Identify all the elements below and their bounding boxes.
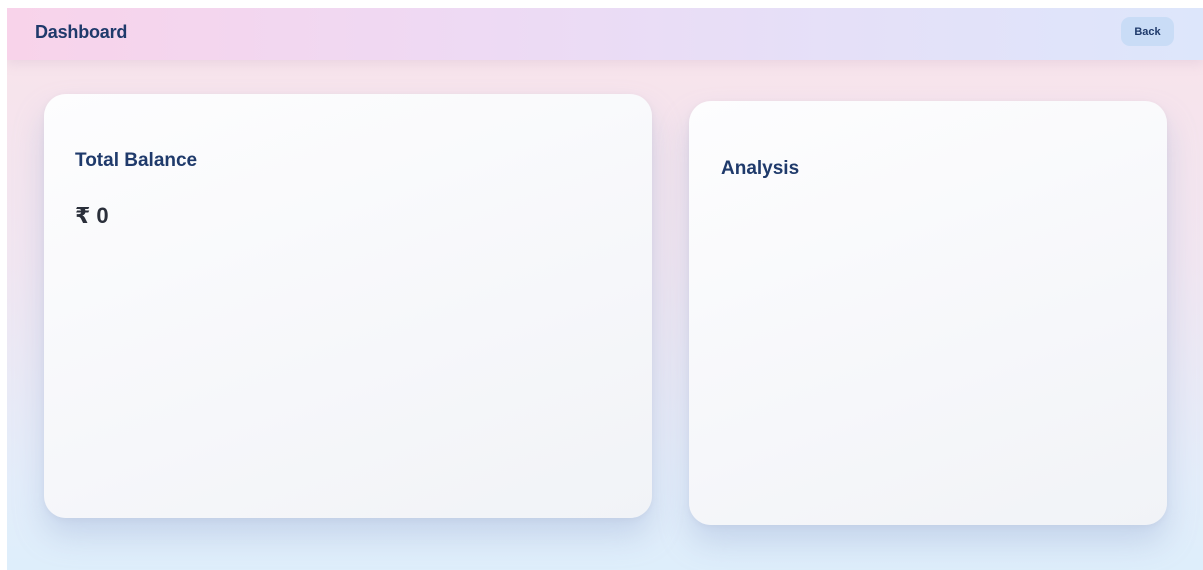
total-balance-title: Total Balance <box>75 150 198 171</box>
top-navbar: Dashboard Back <box>7 8 1203 60</box>
app-frame: Dashboard Back Total Balance ₹ 0 Analysi… <box>7 8 1203 570</box>
total-balance-value: ₹ 0 <box>75 203 109 228</box>
analysis-title: Analysis <box>721 158 800 179</box>
total-balance-card: Total Balance ₹ 0 <box>44 94 652 518</box>
analysis-card: Analysis <box>689 101 1167 525</box>
back-button[interactable]: Back <box>1121 17 1174 46</box>
page-title: Dashboard <box>35 22 128 42</box>
